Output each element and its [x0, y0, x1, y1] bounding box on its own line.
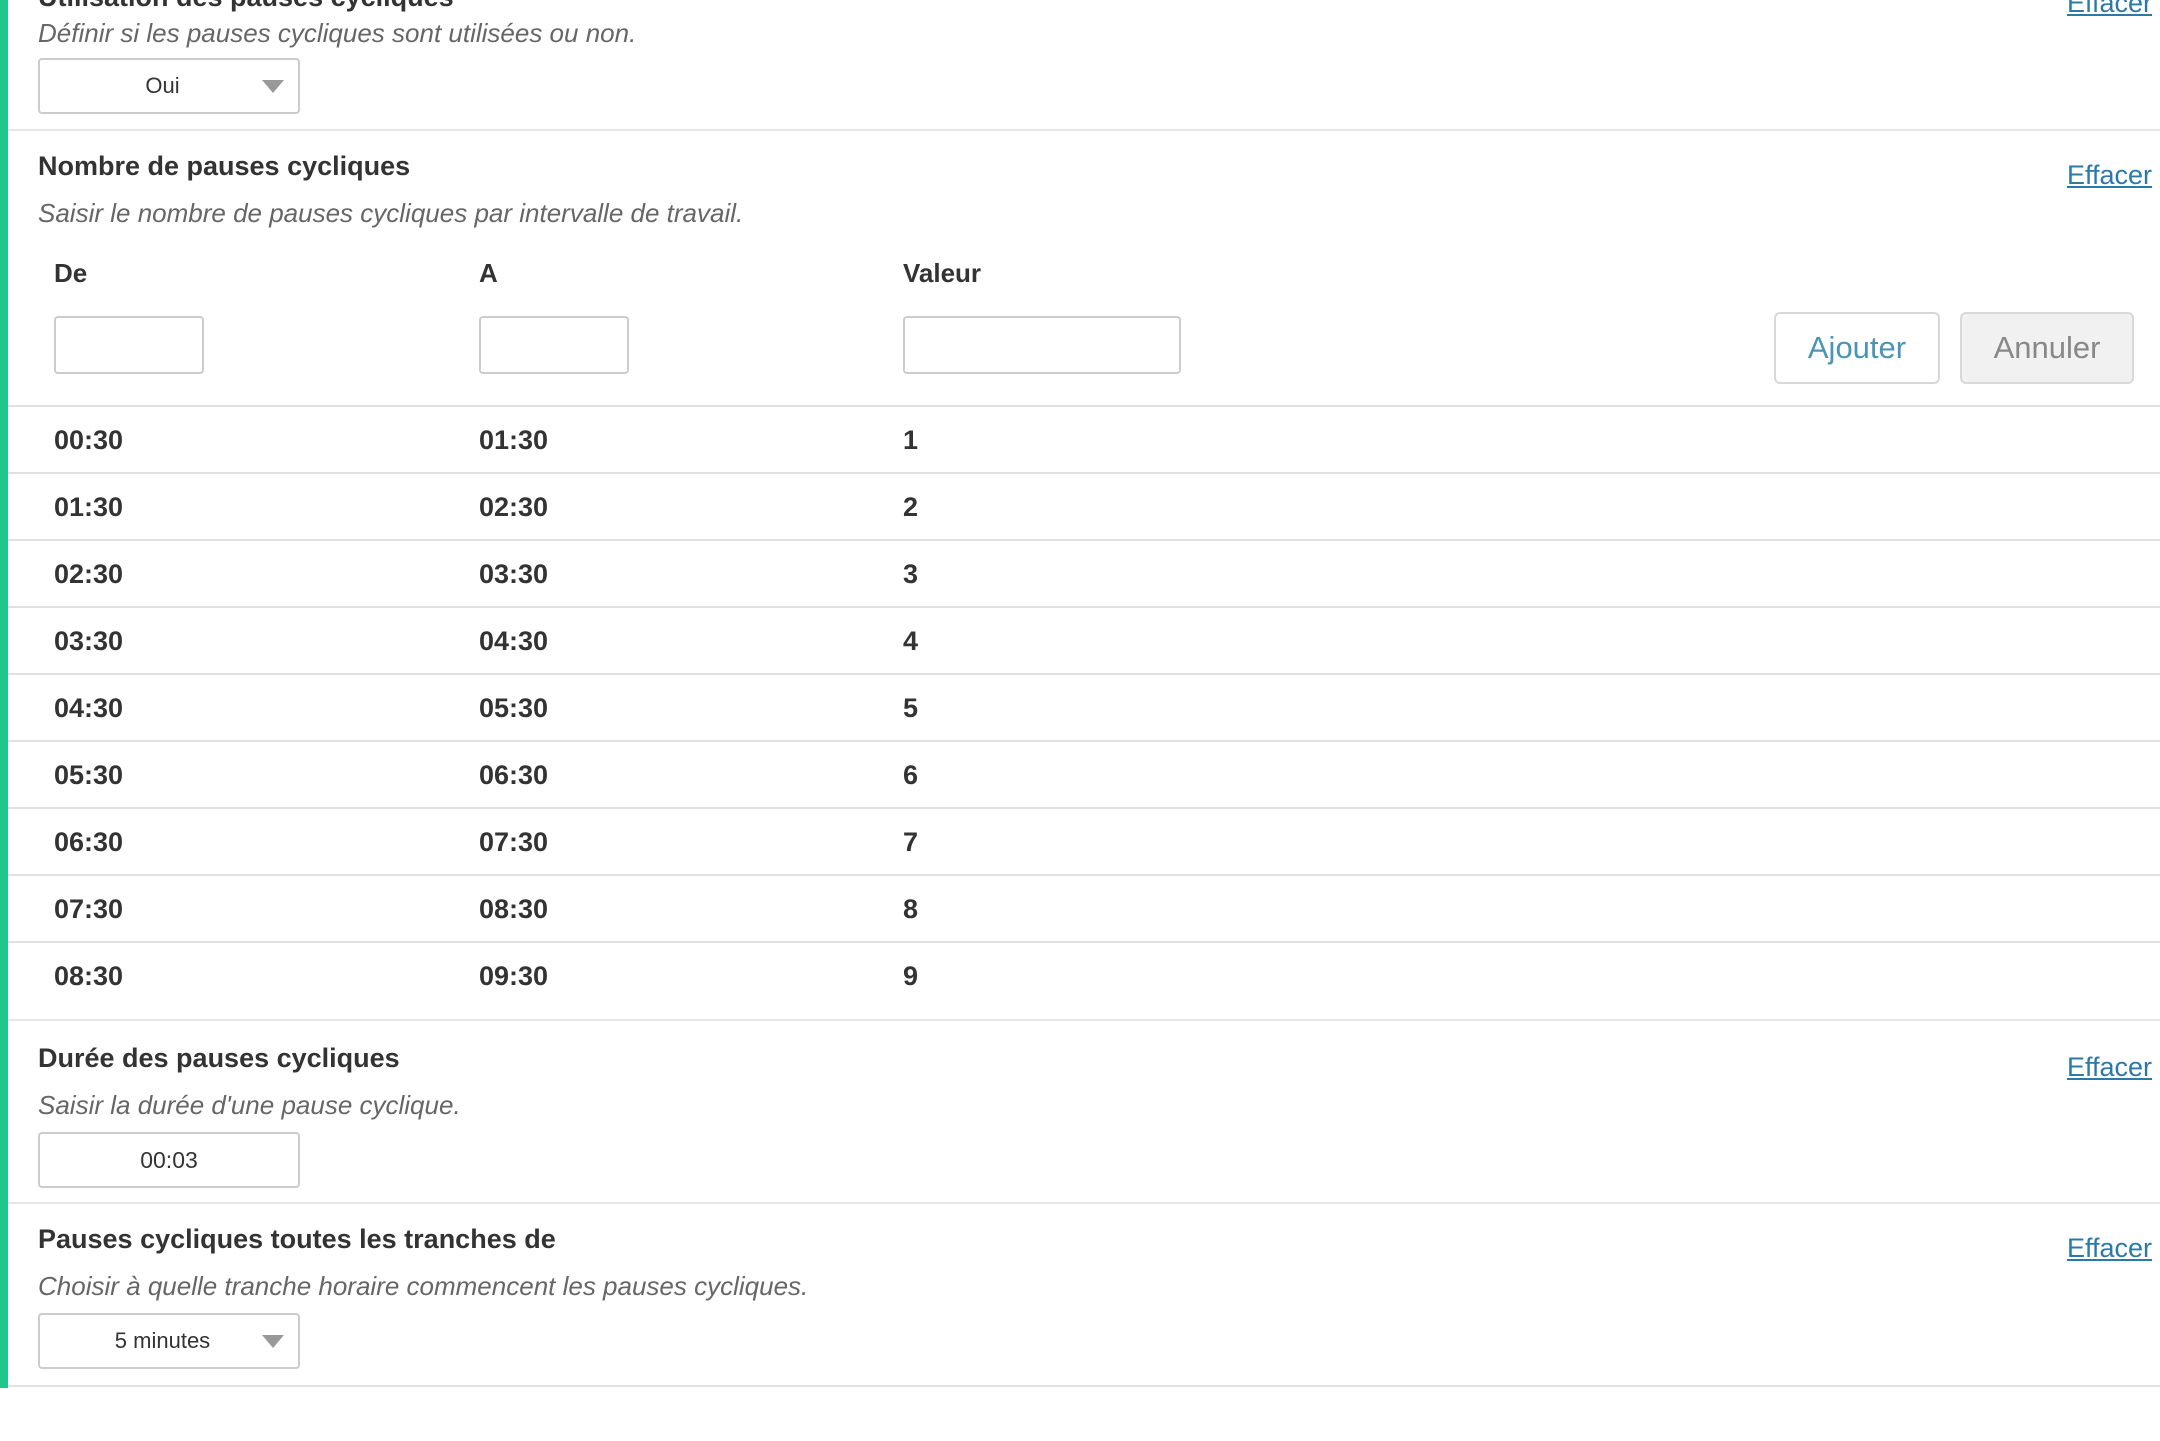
section-description: Définir si les pauses cycliques sont uti…: [38, 18, 637, 48]
cell-from: 02:30: [54, 559, 124, 589]
cell-value: 1: [903, 425, 919, 455]
slice-select[interactable]: 5 minutes: [38, 1313, 300, 1369]
cell-to: 01:30: [479, 425, 549, 455]
column-header-from: De: [54, 258, 88, 288]
cell-value: 2: [903, 492, 919, 522]
section-title: Utilisation des pauses cycliques: [38, 0, 454, 13]
column-header-value: Valeur: [903, 258, 982, 288]
cell-to: 05:30: [479, 693, 549, 723]
cell-to: 03:30: [479, 559, 549, 589]
cell-value: 4: [903, 626, 919, 656]
cell-to: 07:30: [479, 827, 549, 857]
clear-link[interactable]: Effacer: [2067, 1233, 2152, 1264]
column-header-to: A: [479, 258, 498, 288]
cell-from: 00:30: [54, 425, 124, 455]
usage-select[interactable]: Oui: [38, 58, 300, 114]
cell-from: 03:30: [54, 626, 124, 656]
chevron-down-icon: [262, 80, 284, 93]
select-value: 5 minutes: [114, 1328, 211, 1353]
table-row: 08:30 09:30 9: [8, 943, 2160, 1010]
section-description: Choisir à quelle tranche horaire commenc…: [38, 1271, 809, 1301]
table-row: 01:30 02:30 2: [8, 474, 2160, 541]
clear-link[interactable]: Effacer: [2067, 1052, 2152, 1083]
cell-value: 9: [903, 961, 919, 991]
accent-bar: [0, 0, 8, 1388]
table-row: 06:30 07:30 7: [8, 809, 2160, 876]
table-row: 07:30 08:30 8: [8, 876, 2160, 943]
section-title: Nombre de pauses cycliques: [38, 151, 411, 181]
cell-from: 07:30: [54, 894, 124, 924]
section-title: Pauses cycliques toutes les tranches de: [38, 1224, 556, 1254]
section-slice: Pauses cycliques toutes les tranches de …: [8, 1204, 2160, 1387]
add-button[interactable]: Ajouter: [1774, 312, 1940, 384]
cell-from: 01:30: [54, 492, 124, 522]
table-row: 02:30 03:30 3: [8, 541, 2160, 608]
clear-link[interactable]: Effacer: [2067, 160, 2152, 191]
section-description: Saisir le nombre de pauses cycliques par…: [38, 198, 744, 228]
cell-to: 02:30: [479, 492, 549, 522]
cell-from: 08:30: [54, 961, 124, 991]
cell-to: 09:30: [479, 961, 549, 991]
value-input[interactable]: [903, 316, 1181, 374]
select-value: Oui: [145, 73, 180, 98]
cancel-button[interactable]: Annuler: [1960, 312, 2134, 384]
cell-from: 04:30: [54, 693, 124, 723]
cell-to: 08:30: [479, 894, 549, 924]
cell-value: 3: [903, 559, 919, 589]
section-duration: Durée des pauses cycliques Effacer Saisi…: [8, 1021, 2160, 1204]
cell-to: 06:30: [479, 760, 549, 790]
from-input[interactable]: [54, 316, 204, 374]
table-row: 05:30 06:30 6: [8, 742, 2160, 809]
section-description: Saisir la durée d'une pause cyclique.: [38, 1090, 461, 1120]
table-row: 00:30 01:30 1: [8, 407, 2160, 474]
cell-to: 04:30: [479, 626, 549, 656]
duration-input[interactable]: [38, 1132, 300, 1188]
section-title: Durée des pauses cycliques: [38, 1043, 400, 1073]
chevron-down-icon: [262, 1335, 284, 1348]
table-row: 03:30 04:30 4: [8, 608, 2160, 675]
to-input[interactable]: [479, 316, 629, 374]
clear-link[interactable]: Effacer: [2067, 0, 2152, 19]
cell-from: 05:30: [54, 760, 124, 790]
cell-value: 6: [903, 760, 919, 790]
table-row: 04:30 05:30 5: [8, 675, 2160, 742]
cell-value: 8: [903, 894, 919, 924]
section-divider: [8, 1385, 2160, 1387]
cell-value: 7: [903, 827, 919, 857]
cell-from: 06:30: [54, 827, 124, 857]
cell-value: 5: [903, 693, 919, 723]
section-usage: Utilisation des pauses cycliques Effacer…: [8, 0, 2160, 131]
